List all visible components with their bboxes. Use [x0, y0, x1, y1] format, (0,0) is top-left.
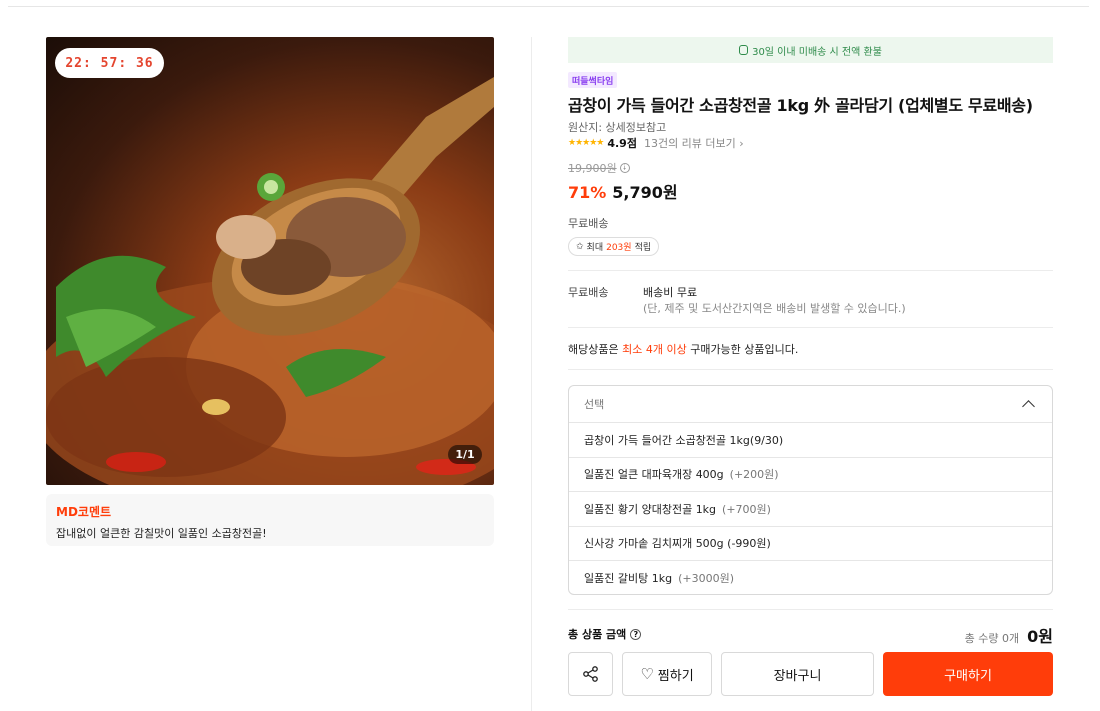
option-name: 일품진 갈비탕 1kg: [584, 572, 673, 586]
md-comment-title: MD코멘트: [56, 505, 112, 519]
option-select[interactable]: 선택 곱창이 가득 들어간 소곱창전골 1kg(9/30) 일품진 얼큰 대파육…: [568, 385, 1053, 595]
help-icon[interactable]: ?: [630, 628, 642, 640]
option-extra: (+200원): [729, 468, 779, 482]
min-order-highlight: 최소 4개 이상: [622, 343, 687, 356]
option-extra: (+700원): [722, 502, 771, 516]
original-price-value: 19,900원: [568, 162, 617, 175]
points-icon: ✩: [576, 241, 584, 252]
share-button[interactable]: [568, 652, 613, 696]
shipping-note: (단, 제주 및 도서산간지역은 배송비 발생할 수 있습니다.): [643, 302, 906, 315]
option-item[interactable]: 일품진 갈비탕 1kg (+3000원): [569, 561, 1052, 594]
min-order-note: 해당상품은 최소 4개 이상 구매가능한 상품입니다.: [568, 341, 798, 357]
option-item[interactable]: 일품진 얼큰 대파육개장 400g (+200원): [569, 458, 1052, 492]
option-name: 곱창이 가득 들어간 소곱창전골 1kg(9/30): [584, 433, 784, 447]
option-name: 일품진 황기 양대창전골 1kg: [584, 502, 717, 516]
option-extra: (+3000원): [678, 572, 734, 586]
info-icon[interactable]: i: [619, 163, 630, 173]
total-amount: 0원: [1027, 627, 1053, 646]
price-row: 71% 5,790원: [568, 179, 678, 203]
origin-info: 원산지: 상세정보참고: [568, 121, 667, 134]
cart-button[interactable]: 장바구니: [721, 652, 874, 696]
wishlist-label: 찜하기: [657, 668, 694, 684]
option-select-header[interactable]: 선택: [569, 386, 1052, 423]
md-comment-text: 잡내없이 얼큰한 감칠맛이 일품인 소곱창전골!: [56, 527, 267, 540]
min-order-prefix: 해당상품은: [568, 343, 623, 356]
divider: [568, 609, 1053, 610]
option-select-placeholder: 선택: [584, 398, 605, 411]
discount-rate: 71%: [568, 183, 607, 202]
refund-notice: 30일 이내 미배송 시 전액 환불: [568, 37, 1053, 63]
total-label-text: 총 상품 금액: [568, 628, 627, 641]
divider: [568, 270, 1053, 271]
option-item[interactable]: 신사강 가마솥 김치찌개 500g (-990원): [569, 527, 1052, 561]
sale-price: 5,790원: [612, 183, 678, 202]
product-title: 곱창이 가득 들어간 소곱창전골 1kg 外 골라담기 (업체별도 무료배송): [568, 96, 1033, 115]
free-shipping-label: 무료배송: [568, 217, 609, 230]
min-order-suffix: 구매가능한 상품입니다.: [686, 343, 799, 356]
shipping-value: 배송비 무료: [643, 286, 698, 299]
chevron-up-icon[interactable]: [1022, 399, 1035, 413]
option-name: 신사강 가마솥 김치찌개 500g (-990원): [584, 537, 771, 551]
heart-icon: ♡: [640, 665, 654, 683]
share-icon: [582, 666, 598, 682]
refund-notice-text: 30일 이내 미배송 시 전액 환불: [752, 46, 882, 58]
review-link[interactable]: 13건의 리뷰 더보기 ›: [644, 135, 744, 151]
option-name: 일품진 얼큰 대파육개장 400g: [584, 468, 724, 482]
total-label: 총 상품 금액 ?: [568, 626, 642, 642]
option-item[interactable]: 일품진 황기 양대창전골 1kg (+700원): [569, 492, 1052, 527]
column-divider: [531, 37, 532, 711]
rating-row: ★★★★★ 4.9점 13건의 리뷰 더보기 ›: [568, 135, 744, 151]
option-item[interactable]: 곱창이 가득 들어간 소곱창전골 1kg(9/30): [569, 423, 1052, 458]
original-price: 19,900원 i: [568, 160, 630, 176]
divider: [568, 369, 1053, 370]
event-badge: 떠들썩타임: [568, 72, 618, 88]
md-comment-box: MD코멘트 잡내없이 얼큰한 감칠맛이 일품인 소곱창전골!: [46, 494, 494, 546]
rating-score: 4.9점: [607, 137, 637, 150]
divider: [568, 327, 1053, 328]
product-image[interactable]: [46, 37, 494, 485]
buy-button[interactable]: 구매하기: [883, 652, 1053, 696]
wishlist-button[interactable]: ♡ 찜하기: [622, 652, 712, 696]
points-amount: 203원: [606, 243, 632, 253]
points-badge: ✩ 최대 203원 적립: [568, 237, 660, 256]
total-summary: 총 수량 0개 0원: [965, 623, 1053, 647]
food-illustration: [46, 77, 494, 485]
star-rating-icon: ★★★★★: [568, 138, 604, 148]
points-suffix: 적립: [634, 243, 652, 253]
shipping-key: 무료배송: [568, 286, 609, 299]
top-divider: [8, 0, 1089, 7]
points-prefix: 최대: [586, 243, 604, 253]
image-counter: 1/1: [448, 445, 482, 464]
coin-stack-icon: [739, 45, 749, 55]
countdown-timer: 22: 57: 36: [55, 48, 164, 78]
total-quantity: 총 수량 0개: [964, 632, 1020, 645]
